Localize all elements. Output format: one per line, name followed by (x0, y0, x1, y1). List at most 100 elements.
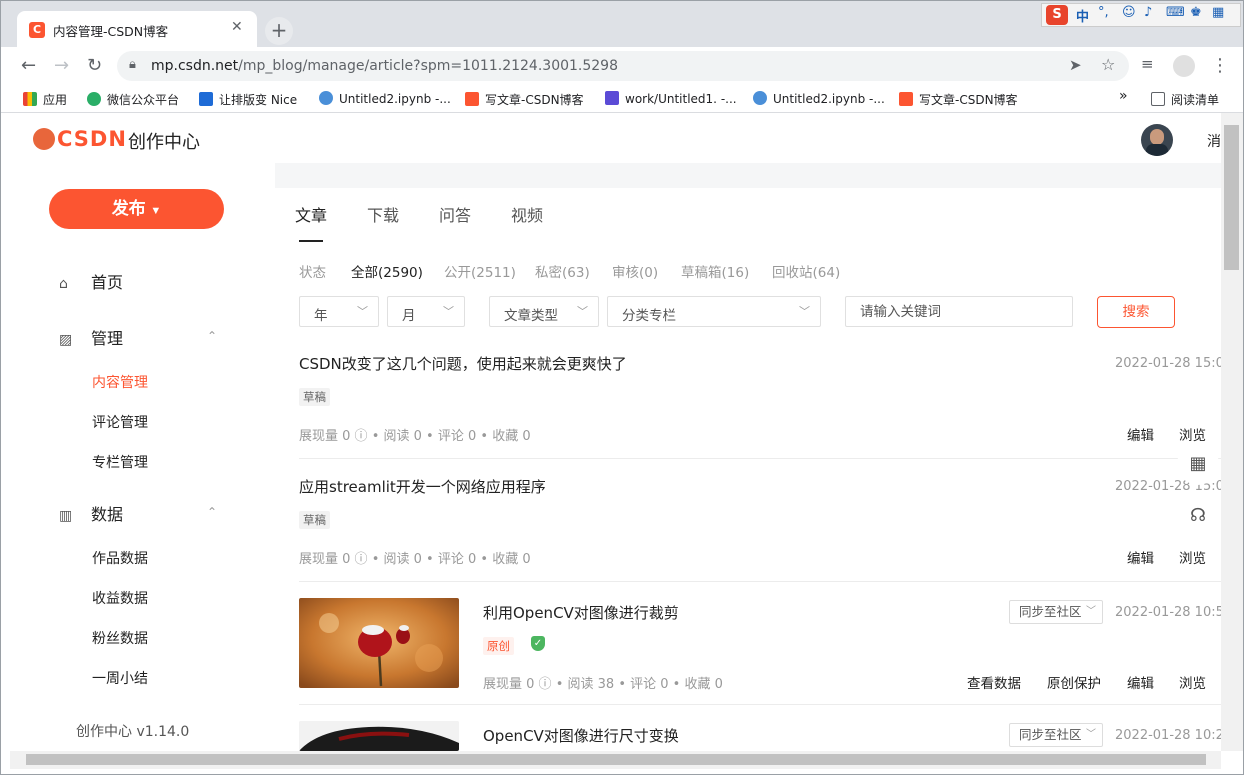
article-type-select[interactable]: 文章类型 ﹀ (489, 296, 599, 327)
menu-kebab-icon[interactable]: ⋮ (1211, 55, 1229, 76)
sidebar-item-home[interactable]: ⌂ 首页 (59, 269, 123, 293)
scrollbar-thumb[interactable] (26, 754, 1206, 765)
sidebar-item-works-data[interactable]: 作品数据 (92, 548, 148, 568)
edit-link[interactable]: 编辑 (1127, 547, 1154, 567)
toolbox-icon[interactable]: ▦ (1212, 5, 1224, 20)
filter-review[interactable]: 审核(0) (612, 261, 658, 281)
profile-icon[interactable] (1173, 55, 1195, 77)
filter-all[interactable]: 全部(2590) (351, 261, 423, 281)
csdn-logo[interactable]: CSDN (33, 127, 127, 151)
sync-to-community-select[interactable]: 同步至社区 ﹀ (1009, 600, 1103, 624)
punctuation-icon[interactable]: °, (1098, 5, 1109, 20)
mic-icon[interactable]: ♪ (1144, 5, 1152, 20)
qr-code-icon[interactable]: ▦ (1177, 443, 1219, 485)
bookmarks-more-icon[interactable]: » (1119, 88, 1128, 104)
edit-link[interactable]: 编辑 (1127, 672, 1154, 692)
article-title[interactable]: CSDN改变了这几个问题，使用起来就会更爽快了 (299, 353, 627, 374)
article-thumbnail[interactable] (299, 598, 459, 688)
headset-support-icon[interactable]: ☊ (1177, 495, 1219, 537)
help-circle-icon: ⓘ (354, 552, 368, 567)
horizontal-scrollbar[interactable] (10, 751, 1221, 769)
browse-link[interactable]: 浏览 (1179, 424, 1206, 444)
keyboard-icon[interactable]: ⌨ (1166, 5, 1185, 20)
chevron-up-icon[interactable]: ⌃ (207, 505, 217, 519)
bookmark-item[interactable]: Untitled2.ipynb -... (319, 91, 451, 106)
edit-link[interactable]: 编辑 (1127, 424, 1154, 444)
sidebar-item-manage[interactable]: ▨ 管理 (59, 325, 123, 349)
browser-tab[interactable]: C 内容管理-CSDN博客 ✕ (17, 11, 257, 47)
sidebar-item-column-manage[interactable]: 专栏管理 (92, 452, 148, 472)
back-arrow-icon[interactable]: ← (21, 55, 36, 76)
publish-button[interactable]: 发布 ▼ (49, 189, 224, 229)
bookmark-item[interactable]: work/Untitled1. -... (605, 91, 737, 106)
reload-icon[interactable]: ↻ (87, 55, 102, 76)
row-divider (299, 704, 1221, 705)
close-tab-icon[interactable]: ✕ (231, 19, 243, 35)
article-title[interactable]: 利用OpenCV对图像进行裁剪 (483, 602, 679, 623)
new-tab-button[interactable]: + (265, 17, 293, 45)
bookmark-apps[interactable]: 应用 (23, 91, 67, 108)
sidebar-item-content-manage[interactable]: 内容管理 (92, 372, 148, 392)
media-control-icon[interactable]: ≡ (1141, 55, 1154, 73)
browser-toolbar: ← → ↻ 🔒︎ mp.csdn.net/mp_blog/manage/arti… (1, 47, 1243, 85)
article-stats: 展现量 0 ⓘ • 阅读 0 • 评论 0 • 收藏 0 (299, 429, 531, 444)
tab-qa[interactable]: 问答 (439, 202, 471, 226)
ime-toolbar[interactable]: S 中 °, ☺ ♪ ⌨ ♚ ▦ (1041, 3, 1241, 27)
article-date: 2022-01-28 10:22 (1115, 728, 1221, 743)
browse-link[interactable]: 浏览 (1179, 672, 1206, 692)
vertical-scrollbar[interactable] (1221, 113, 1243, 751)
address-bar[interactable]: 🔒︎ mp.csdn.net/mp_blog/manage/article?sp… (117, 51, 1129, 81)
sidebar-item-data[interactable]: ▥ 数据 (59, 501, 123, 525)
bookmark-item[interactable]: 让排版变 Nice (199, 91, 297, 108)
browse-link[interactable]: 浏览 (1179, 547, 1206, 567)
scrollbar-thumb[interactable] (1224, 125, 1239, 270)
csdn-mascot-icon (33, 128, 55, 150)
filter-recycle[interactable]: 回收站(64) (772, 261, 840, 281)
sync-to-community-select[interactable]: 同步至社区 ﹀ (1009, 723, 1103, 747)
url-text[interactable]: mp.csdn.net/mp_blog/manage/article?spm=1… (151, 58, 618, 74)
send-icon[interactable]: ➤ (1069, 56, 1082, 74)
view-data-link[interactable]: 查看数据 (967, 672, 1021, 692)
bookmark-item[interactable]: Untitled2.ipynb -... (753, 91, 885, 106)
filter-drafts[interactable]: 草稿箱(16) (681, 261, 749, 281)
home-icon: ⌂ (59, 276, 68, 292)
bookmark-item[interactable]: 微信公众平台 (87, 91, 179, 108)
filter-public[interactable]: 公开(2511) (444, 261, 516, 281)
article-title[interactable]: 应用streamlit开发一个网络应用程序 (299, 476, 546, 497)
avatar[interactable] (1141, 124, 1173, 156)
star-icon[interactable]: ☆ (1101, 55, 1115, 74)
csdn-icon (465, 92, 479, 106)
column-select[interactable]: 分类专栏 ﹀ (607, 296, 821, 327)
chevron-up-icon[interactable]: ⌃ (207, 329, 217, 343)
month-select[interactable]: 月 ﹀ (387, 296, 465, 327)
lock-icon[interactable]: 🔒︎ (129, 57, 136, 72)
article-title[interactable]: OpenCV对图像进行尺寸变换 (483, 725, 679, 746)
search-input[interactable] (845, 296, 1073, 327)
tab-articles[interactable]: 文章 (295, 202, 327, 226)
emoji-icon[interactable]: ☺ (1122, 5, 1136, 20)
bookmarks-bar: 应用 微信公众平台 让排版变 Nice Untitled2.ipynb -...… (1, 85, 1243, 113)
reading-list[interactable]: 阅读清单 (1151, 91, 1219, 108)
bookmark-item[interactable]: 写文章-CSDN博客 (899, 91, 1018, 108)
forward-arrow-icon[interactable]: → (54, 55, 69, 76)
help-circle-icon: ⓘ (354, 429, 368, 444)
tab-downloads[interactable]: 下载 (367, 202, 399, 226)
sidebar-item-weekly-summary[interactable]: 一周小结 (92, 668, 148, 688)
article-stats: 展现量 0 ⓘ • 阅读 0 • 评论 0 • 收藏 0 (299, 552, 531, 567)
original-protect-link[interactable]: 原创保护 (1047, 672, 1101, 692)
sidebar-item-income-data[interactable]: 收益数据 (92, 588, 148, 608)
sidebar-item-fans-data[interactable]: 粉丝数据 (92, 628, 148, 648)
filter-private[interactable]: 私密(63) (535, 261, 590, 281)
bookmark-item[interactable]: 写文章-CSDN博客 (465, 91, 584, 108)
ime-mode-label[interactable]: 中 (1076, 6, 1089, 25)
messages-link[interactable]: 消 (1207, 131, 1221, 151)
sidebar-item-comment-manage[interactable]: 评论管理 (92, 412, 148, 432)
tab-videos[interactable]: 视频 (511, 202, 543, 226)
search-button[interactable]: 搜索 (1097, 296, 1175, 328)
chart-line-icon: ▨ (59, 332, 73, 348)
article-thumbnail[interactable] (299, 721, 459, 751)
skin-icon[interactable]: ♚ (1190, 5, 1202, 20)
year-select[interactable]: 年 ﹀ (299, 296, 379, 327)
jupyter-icon (319, 91, 333, 105)
tab-strip: C 内容管理-CSDN博客 ✕ + S 中 °, ☺ ♪ ⌨ ♚ ▦ (1, 1, 1243, 47)
